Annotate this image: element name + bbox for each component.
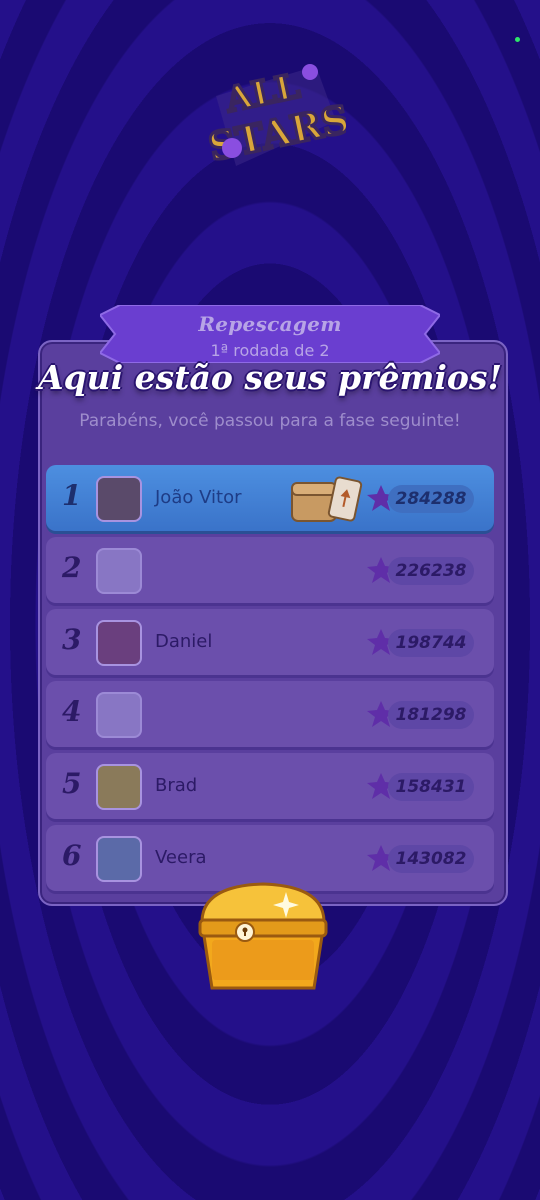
leaderboard-row: 4 181298 <box>46 681 494 747</box>
congrats-message: Parabéns, você passou para a fase seguin… <box>79 411 461 431</box>
leaderboard-list: 1 João Vitor 284288 2 226238 3 Daniel 19… <box>46 465 494 897</box>
player-score: 181298 <box>388 701 474 729</box>
leaderboard-row: 2 226238 <box>46 537 494 603</box>
player-name: Daniel <box>155 631 213 652</box>
player-score: 143082 <box>388 845 474 873</box>
avatar <box>96 836 142 882</box>
player-score: 284288 <box>388 485 474 513</box>
avatar <box>96 476 142 522</box>
rank-number: 2 <box>62 551 82 584</box>
avatar <box>96 764 142 810</box>
rank-number: 1 <box>62 479 82 512</box>
leaderboard-row: 1 João Vitor 284288 <box>46 465 494 531</box>
player-name: João Vitor <box>155 487 242 508</box>
rank-number: 6 <box>62 839 82 872</box>
reward-chest-icon <box>291 476 363 522</box>
rank-number: 5 <box>62 767 82 800</box>
leaderboard-row: 5 Brad 158431 <box>46 753 494 819</box>
rank-number: 4 <box>62 695 82 728</box>
rewards-headline: Aqui estão seus prêmios! <box>37 358 502 397</box>
player-score: 198744 <box>388 629 474 657</box>
round-title: Repescagem <box>198 312 342 336</box>
status-dot <box>515 37 520 42</box>
leaderboard-row: 3 Daniel 198744 <box>46 609 494 675</box>
avatar <box>96 692 142 738</box>
avatar <box>96 620 142 666</box>
player-score: 226238 <box>388 557 474 585</box>
player-name: Brad <box>155 775 198 796</box>
all-stars-logo: ALL STARS <box>203 64 346 171</box>
treasure-chest[interactable] <box>190 878 336 996</box>
player-name: Veera <box>155 847 207 868</box>
rank-number: 3 <box>62 623 82 656</box>
avatar <box>96 548 142 594</box>
player-score: 158431 <box>388 773 474 801</box>
